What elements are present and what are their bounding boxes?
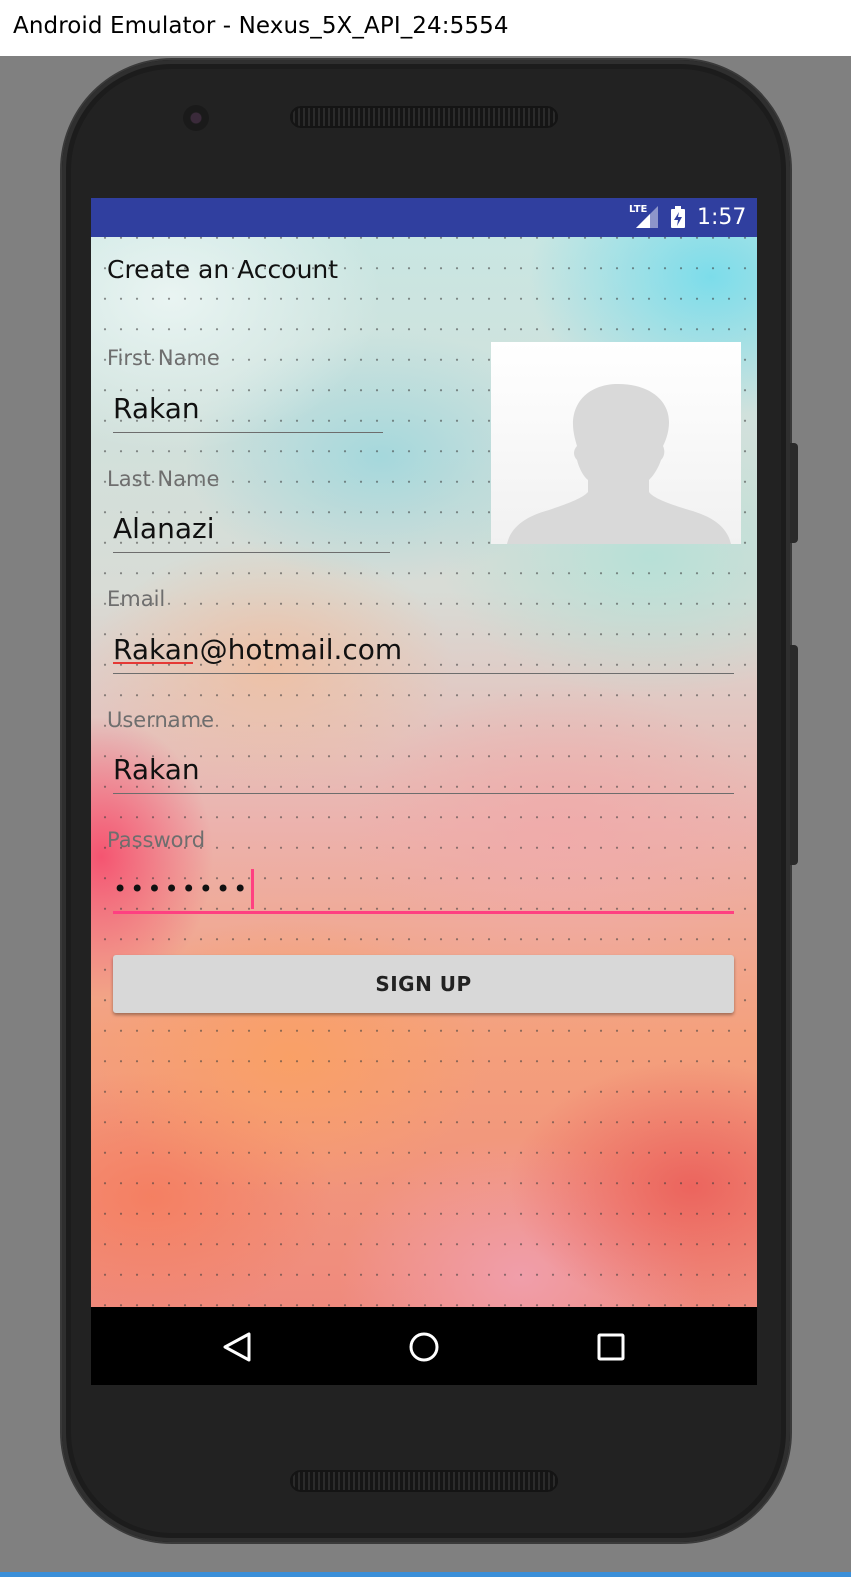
navigation-bar	[91, 1307, 757, 1385]
bottom-speaker	[290, 1470, 558, 1492]
signal-icon	[636, 206, 658, 228]
sign-up-button[interactable]: SIGN UP	[113, 955, 734, 1013]
window-title: Android Emulator - Nexus_5X_API_24:5554	[13, 13, 509, 39]
back-button[interactable]	[215, 1325, 259, 1369]
text-cursor	[251, 869, 254, 909]
first-name-label: First Name	[107, 346, 220, 370]
status-clock: 1:57	[697, 205, 747, 230]
email-field[interactable]	[113, 626, 734, 674]
username-label: Username	[107, 708, 215, 732]
page-title: Create an Account	[107, 255, 339, 284]
device-screen: LTE 1:57 Create an Account First Name La…	[91, 198, 757, 1385]
volume-button[interactable]	[790, 645, 798, 865]
home-icon	[409, 1332, 439, 1362]
username-field[interactable]	[113, 746, 734, 794]
last-name-field[interactable]	[113, 505, 390, 553]
password-label: Password	[107, 828, 206, 852]
power-button[interactable]	[790, 443, 798, 543]
recents-button[interactable]	[589, 1325, 633, 1369]
email-label: Email	[107, 587, 166, 611]
recents-icon	[597, 1333, 625, 1361]
window-bottom-edge	[0, 1572, 851, 1577]
spellcheck-underline	[113, 662, 193, 664]
battery-icon	[671, 206, 685, 228]
front-camera	[183, 105, 209, 131]
status-bar: LTE 1:57	[91, 198, 757, 237]
last-name-label: Last Name	[107, 467, 220, 491]
top-speaker	[290, 106, 558, 128]
back-icon	[223, 1332, 251, 1362]
person-silhouette-icon	[507, 384, 731, 544]
home-button[interactable]	[402, 1325, 446, 1369]
profile-photo[interactable]	[491, 342, 741, 544]
window-title-bar: Android Emulator - Nexus_5X_API_24:5554	[0, 0, 851, 56]
first-name-field[interactable]	[113, 385, 383, 433]
password-field[interactable]	[113, 866, 734, 914]
signup-screen: Create an Account First Name Last Name E…	[91, 237, 757, 1307]
